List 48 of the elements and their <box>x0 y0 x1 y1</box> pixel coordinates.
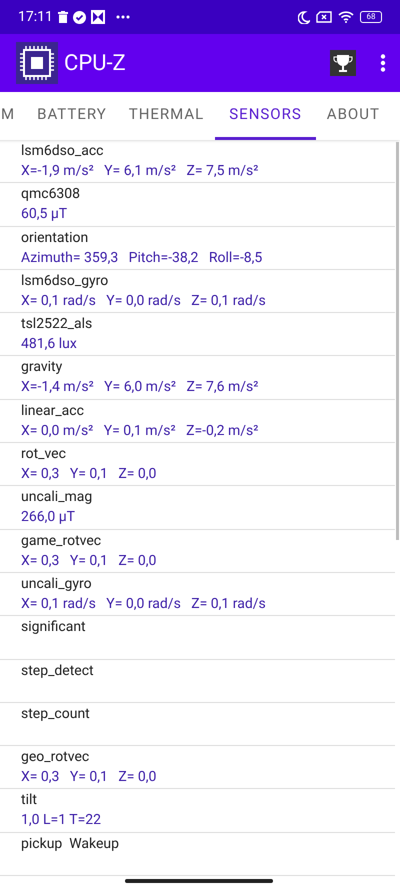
sensor-name: step_count <box>21 704 91 724</box>
sensor-reading: X= 0,1 rad/s Y= 0,0 rad/s Z= 0,1 rad/s <box>21 292 267 311</box>
tab[interactable]: M <box>0 92 26 140</box>
sensor-reading: X= 0,3 Y= 0,1 Z= 0,0 <box>21 465 158 484</box>
sensor-name: pickup Wakeup <box>21 834 120 854</box>
sensor-name: tsl2522_als <box>21 315 94 334</box>
sensor-reading: X= 0,3 Y= 0,1 Z= 0,0 <box>21 768 158 788</box>
sensor-reading: 60,5 μT <box>21 205 68 224</box>
sensor-reading: X=-1,9 m/s² Y= 6,1 m/s² Z= 7,5 m/s² <box>21 162 260 181</box>
tab[interactable]: ABOUT <box>316 92 391 140</box>
sensor-name: geo_rotvec <box>21 748 90 768</box>
sensor-name: game_rotvec <box>21 532 102 551</box>
sensor-name: uncali_mag <box>21 488 94 508</box>
sensor-name: significant <box>21 618 87 638</box>
sensor-name: qmc6308 <box>21 185 82 204</box>
no-sim-icon <box>316 11 332 23</box>
wifi-icon <box>338 11 354 23</box>
sensor-name: lsm6dso_acc <box>21 142 104 161</box>
overflow-menu-icon[interactable] <box>380 54 386 72</box>
check-circle-icon <box>72 10 86 24</box>
more-icon <box>116 15 130 19</box>
sensor-name: gravity <box>21 358 64 378</box>
sensor-reading: 1,0 L=1 T=22 <box>21 811 102 830</box>
sensor-reading: 481,6 lux <box>21 335 78 354</box>
sensor-name: rot_vec <box>21 445 67 464</box>
moon-icon <box>298 10 310 24</box>
tab[interactable]: SENSORS <box>215 92 316 140</box>
app-title: CPU-Z <box>64 50 126 78</box>
sensor-reading: 266,0 μT <box>21 508 76 528</box>
sensor-reading: Azimuth= 359,3 Pitch=-38,2 Roll=-8,5 <box>21 248 264 268</box>
sensor-reading: X=-1,4 m/s² Y= 6,0 m/s² Z= 7,6 m/s² <box>21 378 260 398</box>
sensor-reading: X= 0,0 m/s² Y= 0,1 m/s² Z=-0,2 m/s² <box>21 422 260 441</box>
sensor-name: orientation <box>21 228 90 248</box>
status-time: 17:11 <box>18 8 53 26</box>
tab[interactable]: THERMAL <box>118 92 216 140</box>
sensor-reading: X= 0,1 rad/s Y= 0,0 rad/s Z= 0,1 rad/s <box>21 594 267 614</box>
sensor-reading: X= 0,3 Y= 0,1 Z= 0,0 <box>21 552 158 571</box>
app-icon <box>90 10 105 24</box>
battery-indicator: 68 <box>360 11 382 23</box>
sensor-name: uncali_gyro <box>21 574 93 594</box>
sensor-name: tilt <box>21 791 38 810</box>
trash-icon <box>58 11 68 23</box>
sensor-name: lsm6dso_gyro <box>21 272 110 291</box>
sensor-name: linear_acc <box>21 402 85 421</box>
tab[interactable]: BATTERY <box>26 92 118 140</box>
chip-icon <box>16 42 58 84</box>
trophy-icon[interactable] <box>330 50 356 76</box>
sensor-name: step_detect <box>21 662 95 681</box>
